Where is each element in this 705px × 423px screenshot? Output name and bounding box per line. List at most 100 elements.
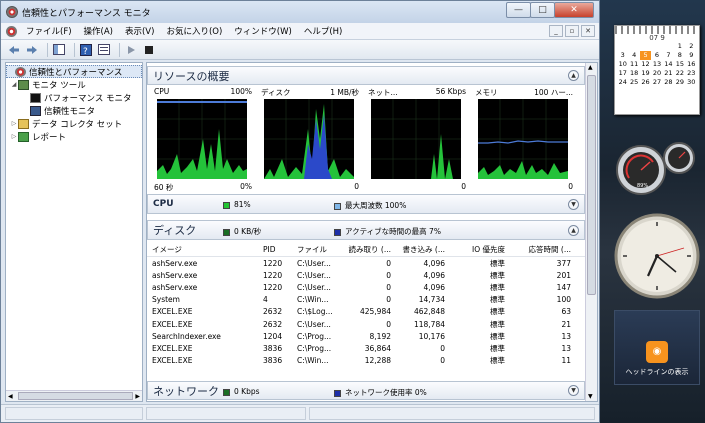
title-bar[interactable]: 信頼性とパフォーマンス モニタ — □ ✕ [1, 1, 599, 23]
column-header-image[interactable]: イメージ [147, 244, 263, 255]
calendar-day[interactable]: 20 [651, 69, 662, 78]
calendar-day[interactable]: 9 [686, 51, 697, 60]
network-section-header[interactable]: ネットワーク 0 Kbps ネットワーク使用率 0% ▼ [147, 381, 585, 400]
calendar-day[interactable]: 23 [686, 69, 697, 78]
table-row[interactable]: SearchIndexer.exe 1204 C:\Prog... 8,192 10,1… [147, 330, 587, 342]
collapse-chevron-icon[interactable]: ▲ [568, 70, 579, 81]
table-row[interactable]: EXCEL.EXE 2632 C:\User... 0 118,784 標準 21 [147, 318, 587, 330]
expand-triangle-icon[interactable]: ▷ [10, 133, 18, 140]
calendar-day[interactable]: 4 [628, 51, 639, 60]
cpu-meter-gadget[interactable]: 89% [615, 140, 701, 200]
tree-item-data-collector-sets[interactable]: ▷ データ コレクタ セット [6, 117, 142, 130]
table-row[interactable]: ashServ.exe 1220 C:\User... 0 4,096 標準 147 [147, 281, 587, 293]
scroll-up-icon[interactable]: ▲ [588, 64, 593, 71]
calendar-day[interactable]: 8 [674, 51, 685, 60]
calendar-day[interactable]: 17 [617, 69, 628, 78]
calendar-day[interactable]: 11 [628, 60, 639, 69]
calendar-day[interactable]: 30 [686, 78, 697, 87]
menu-file[interactable]: ファイル(F) [20, 25, 78, 37]
show-headlines-link[interactable]: ヘッドラインの表示 [615, 367, 699, 377]
column-header-response-time[interactable]: 応答時間 (... [505, 244, 571, 255]
menu-view[interactable]: 表示(V) [119, 25, 160, 37]
column-header-pid[interactable]: PID [263, 245, 297, 254]
calendar-day[interactable]: 10 [617, 60, 628, 69]
mdi-minimize-button[interactable]: _ [549, 25, 563, 37]
calendar-day[interactable]: 16 [686, 60, 697, 69]
maximize-button[interactable]: □ [530, 2, 555, 18]
menu-help[interactable]: ヘルプ(H) [298, 25, 349, 37]
clock-gadget[interactable] [614, 212, 700, 300]
properties-icon[interactable] [97, 43, 111, 57]
table-row[interactable]: ashServ.exe 1220 C:\User... 0 4,096 標準 377 [147, 257, 587, 269]
calendar-day[interactable]: 7 [663, 51, 674, 60]
mdi-restore-button[interactable]: ▫ [565, 25, 579, 37]
tree-item-performance-monitor[interactable]: パフォーマンス モニタ [6, 91, 142, 104]
calendar-day[interactable]: 1 [674, 42, 685, 51]
calendar-day[interactable]: 21 [663, 69, 674, 78]
table-row[interactable]: EXCEL.EXE 3836 C:\Prog... 36,864 0 標準 13 [147, 342, 587, 354]
calendar-day[interactable]: 3 [617, 51, 628, 60]
calendar-day[interactable]: 19 [640, 69, 651, 78]
scroll-down-icon[interactable]: ▼ [588, 393, 593, 400]
scroll-thumb[interactable] [587, 75, 596, 295]
calendar-gadget[interactable]: 07 9 1 2 3 4 5 6 7 8 9 10 11 12 13 14 15 16 17 18 19 20 21 22… [614, 25, 700, 115]
tree-item-root[interactable]: 信頼性とパフォーマンス [6, 65, 142, 78]
expand-chevron-icon[interactable]: ▼ [568, 198, 579, 210]
expand-triangle-icon[interactable]: ▷ [10, 120, 18, 127]
table-row[interactable]: EXCEL.EXE 3836 C:\Win... 12,288 0 標準 11 [147, 355, 587, 367]
tree-item-monitor-tools[interactable]: ◢ モニタ ツール [6, 78, 142, 91]
calendar-day[interactable]: 15 [674, 60, 685, 69]
cell-pid: 3836 [263, 356, 283, 366]
forward-arrow-icon[interactable] [25, 43, 39, 57]
cpu-section-header[interactable]: CPU 81% 最大周波数 100% ▼ [147, 194, 585, 214]
app-menu-icon[interactable] [6, 25, 17, 37]
show-hide-tree-icon[interactable] [52, 43, 66, 57]
calendar-day[interactable]: 14 [663, 60, 674, 69]
calendar-day[interactable]: 24 [617, 78, 628, 87]
column-header-read[interactable]: 読み取り (... [343, 244, 391, 255]
table-row[interactable]: ashServ.exe 1220 C:\User... 0 4,096 標準 201 [147, 269, 587, 281]
calendar-day[interactable]: 27 [651, 78, 662, 87]
column-header-io-priority[interactable]: IO 優先度 [445, 244, 505, 255]
menu-window[interactable]: ウィンドウ(W) [228, 25, 298, 37]
table-row[interactable]: EXCEL.EXE 2632 C:\$Log... 425,984 462,848 標準 6… [147, 306, 587, 318]
menu-favorites[interactable]: お気に入り(O) [160, 25, 228, 37]
calendar-day[interactable]: 18 [628, 69, 639, 78]
back-arrow-icon[interactable] [7, 43, 21, 57]
scroll-left-icon[interactable]: ◀ [8, 393, 13, 400]
feed-headlines-gadget[interactable]: ◉ ヘッドラインの表示 [614, 310, 700, 385]
calendar-day[interactable]: 5 [639, 51, 652, 60]
calendar-day[interactable]: 29 [674, 78, 685, 87]
main-vertical-scrollbar[interactable]: ▲ ▼ [585, 63, 597, 401]
column-header-write[interactable]: 書き込み (... [391, 244, 445, 255]
overview-header[interactable]: リソースの概要 ▲ [147, 66, 585, 85]
mdi-close-button[interactable]: ✕ [581, 25, 595, 37]
table-row[interactable]: System 4 C:\Win... 0 14,734 標準 100 [147, 294, 587, 306]
calendar-day[interactable]: 22 [674, 69, 685, 78]
calendar-day[interactable]: 28 [663, 78, 674, 87]
app-window: 信頼性とパフォーマンス モニタ — □ ✕ ファイル(F) 操作(A) 表示(V… [0, 0, 600, 423]
column-header-file[interactable]: ファイル [297, 244, 343, 255]
disk-section-header[interactable]: ディスク 0 KB/秒 アクティブな時間の最高 7% ▲ [147, 220, 585, 240]
help-icon[interactable]: ? [79, 43, 93, 57]
stop-icon[interactable] [142, 43, 156, 57]
calendar-day[interactable]: 6 [651, 51, 662, 60]
close-button[interactable]: ✕ [554, 2, 594, 18]
scroll-thumb[interactable] [18, 392, 133, 400]
calendar-day[interactable]: 12 [640, 60, 651, 69]
expand-chevron-icon[interactable]: ▼ [568, 385, 579, 396]
calendar-day[interactable]: 2 [686, 42, 697, 51]
table-header: イメージ PID ファイル 読み取り (... 書き込み (... IO 優先度… [147, 243, 587, 257]
tree-horizontal-scrollbar[interactable]: ◀ ▶ [6, 390, 142, 401]
collapse-triangle-icon[interactable]: ◢ [10, 81, 18, 88]
tree-item-reliability-monitor[interactable]: 信頼性モニタ [6, 104, 142, 117]
collapse-chevron-icon[interactable]: ▲ [568, 224, 579, 236]
calendar-day[interactable]: 26 [640, 78, 651, 87]
calendar-day[interactable]: 25 [628, 78, 639, 87]
play-icon[interactable] [124, 43, 138, 57]
calendar-day[interactable]: 13 [651, 60, 662, 69]
tree-item-reports[interactable]: ▷ レポート [6, 130, 142, 143]
minimize-button[interactable]: — [506, 2, 531, 18]
scroll-right-icon[interactable]: ▶ [135, 393, 140, 400]
menu-action[interactable]: 操作(A) [78, 25, 119, 37]
